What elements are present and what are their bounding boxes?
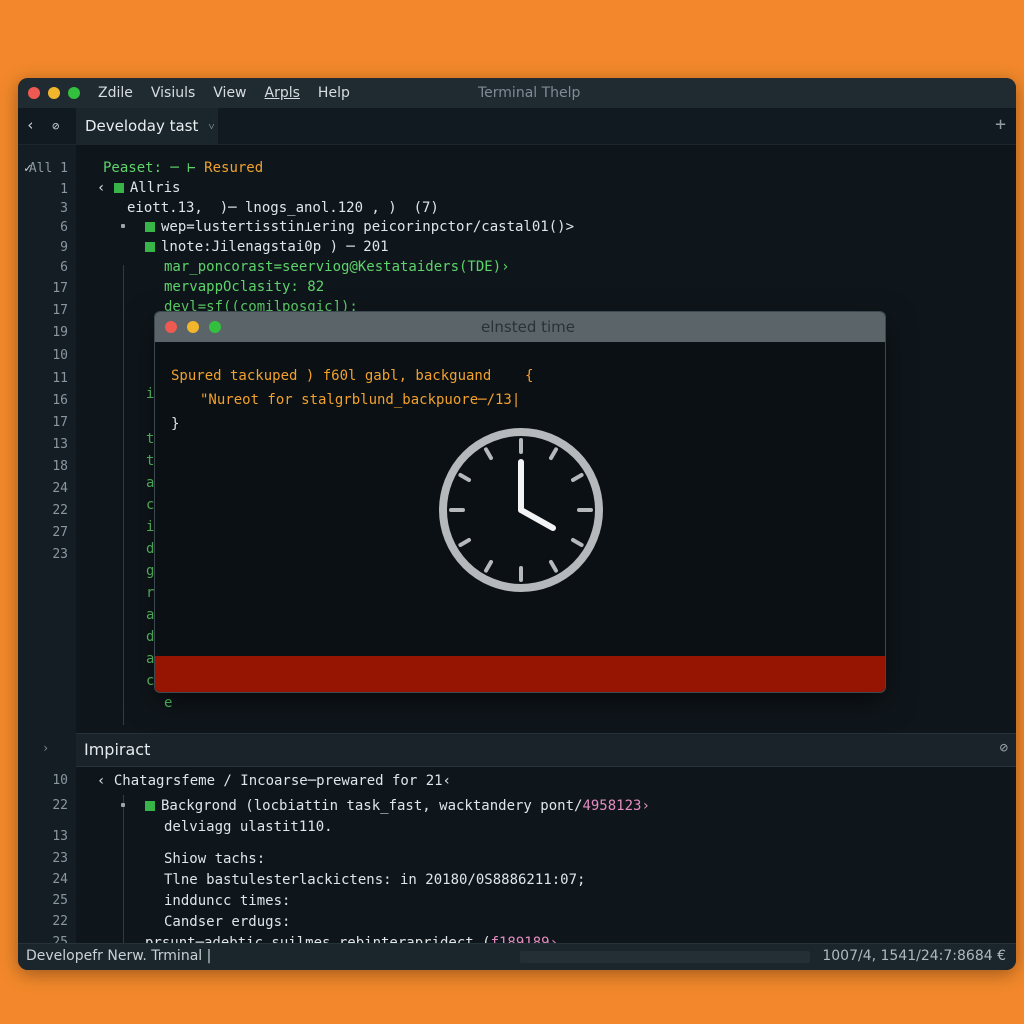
dialog-line: Spured tackuped ) f60l gabl, backguand {: [171, 368, 534, 384]
code-line: eiott.13, )─ lnogs_anol.120 , ) (7): [127, 200, 439, 216]
status-text: Resured: [204, 160, 264, 176]
line-number: 27: [52, 525, 68, 540]
line-number: 24: [52, 872, 68, 887]
code-line: delviagg ulastit110.: [164, 819, 333, 835]
code-line: ‹ Allris: [97, 180, 180, 196]
nav-controls: ‹ ⊘: [26, 116, 59, 134]
dialog-title: elnsted time: [481, 318, 576, 336]
code-line: e: [164, 695, 173, 711]
line-number: 23: [52, 547, 68, 562]
code-line: indduncc times:: [164, 893, 291, 909]
dialog-footer: [155, 656, 885, 692]
dialog-line: }: [171, 416, 180, 432]
bullet-icon: [121, 224, 125, 228]
line-number: 13: [52, 437, 68, 452]
green-square-icon: [113, 183, 124, 193]
menu-item-help[interactable]: Help: [318, 85, 350, 101]
code-line: Tlne bastulesterlackictens: in 20180/0S8…: [164, 872, 586, 888]
code-line: Backgrond (locbiattin task_fast, wacktan…: [145, 798, 650, 814]
line-number: 6: [60, 220, 68, 235]
new-tab-button[interactable]: +: [995, 114, 1006, 135]
code-line: Shiow tachs:: [164, 851, 266, 867]
tab-develoday-tast[interactable]: Develoday tast ˅: [76, 108, 218, 144]
line-number: 13: [52, 829, 68, 844]
code-line: mar_poncorast=seerviog@Kestataiders(TDE)…: [164, 259, 510, 275]
green-square-icon: [145, 222, 155, 232]
line-gutter: ✓ All 1 1 3 6 9 6 17 17 19 10 11 16 17 1…: [18, 145, 76, 970]
code-text: wep=lustertisstin⊥ering peicorinpctor/ca…: [161, 219, 575, 235]
title-bar: Zdile Visiuls View Arpls Help Terminal T…: [18, 78, 1016, 108]
code-text: 4958123›: [582, 798, 650, 814]
line-number: 9: [60, 240, 68, 255]
code-line: mervappOclasity: 82: [164, 279, 325, 295]
line-number: 19: [52, 325, 68, 340]
line-number: 10: [52, 348, 68, 363]
status-right-text: 1007/4, 1541/24:7:8684 €: [822, 948, 1006, 964]
menu-item-view[interactable]: View: [213, 85, 246, 101]
bullet-icon: [121, 803, 125, 807]
code-line: wep=lustertisstin⊥ering peicorinpctor/ca…: [145, 219, 574, 235]
maximize-window-button[interactable]: [68, 87, 80, 99]
panel-title: Impiract: [84, 740, 151, 759]
dialog-minimize-button[interactable]: [187, 321, 199, 333]
line-number: 17: [52, 415, 68, 430]
status-progress-track: [520, 951, 810, 963]
line-number: 1: [60, 182, 68, 197]
minimize-window-button[interactable]: [48, 87, 60, 99]
green-square-icon: [145, 801, 155, 811]
dialog-line: "Nureot for stalgrblund_backpuore─/13|: [200, 392, 521, 408]
back-icon[interactable]: ‹: [26, 116, 35, 134]
line-number: 17: [52, 303, 68, 318]
close-window-button[interactable]: [28, 87, 40, 99]
menu-item-apps[interactable]: Arpls: [265, 85, 300, 101]
menu-item-visuals[interactable]: Visiuls: [151, 85, 195, 101]
code-line: lnote:Jilenagstai0p ) ─ 201: [145, 239, 389, 255]
window-title: Terminal Thelp: [478, 85, 581, 101]
line-number: 18: [52, 459, 68, 474]
status-bar: Developefr Nerw. Trminal | 1007/4, 1541/…: [18, 943, 1016, 970]
code-line: Peaset: ─ ⊢ Resured: [103, 160, 263, 176]
menu-item-file[interactable]: Zdile: [98, 85, 133, 101]
panel-toggle-icon[interactable]: ⊘: [1000, 740, 1008, 756]
indent-guide: [123, 795, 124, 945]
line-number: 6: [60, 260, 68, 275]
panel-header[interactable]: Impiract ⊘: [76, 733, 1016, 767]
code-line: Candser erdugs:: [164, 914, 291, 930]
code-text: Backgrond (locbiattin task_fast, wacktan…: [161, 798, 583, 814]
line-number: 22: [52, 798, 68, 813]
line-number: 3: [60, 201, 68, 216]
chevron-right-icon[interactable]: ›: [42, 741, 49, 755]
menu-bar: Zdile Visiuls View Arpls Help: [98, 85, 368, 101]
line-number: 22: [52, 914, 68, 929]
line-number: 23: [52, 851, 68, 866]
indent-guide: [123, 265, 124, 725]
line-number: 22: [52, 503, 68, 518]
code-text: ‹: [97, 180, 114, 196]
line-number: 17: [52, 281, 68, 296]
status-left-text: Developefr Nerw. Trminal |: [26, 948, 212, 964]
code-text: Peaset: ─ ⊢: [103, 160, 205, 176]
line-number: All 1: [28, 161, 68, 176]
clock-icon: [439, 428, 603, 592]
refresh-icon[interactable]: ⊘: [52, 119, 59, 133]
code-line: ‹ Chatagrsfeme / Incoarse─prewared for 2…: [97, 773, 452, 789]
line-number: 16: [52, 393, 68, 408]
dialog-maximize-button[interactable]: [209, 321, 221, 333]
line-number: 10: [52, 773, 68, 788]
green-square-icon: [145, 242, 155, 252]
elapsed-time-dialog: elnsted time Spured tackuped ) f60l gabl…: [154, 311, 886, 693]
chevron-down-icon[interactable]: ˅: [208, 120, 214, 133]
tab-bar: ‹ ⊘ Develoday tast ˅ +: [18, 108, 1016, 145]
dialog-close-button[interactable]: [165, 321, 177, 333]
line-number: 25: [52, 893, 68, 908]
line-number: 24: [52, 481, 68, 496]
line-number: 11: [52, 371, 68, 386]
code-text: lnote:Jilenagstai0p ) ─ 201: [161, 239, 389, 255]
tab-label: Develoday tast: [85, 117, 199, 135]
code-text: Allris: [129, 180, 181, 196]
